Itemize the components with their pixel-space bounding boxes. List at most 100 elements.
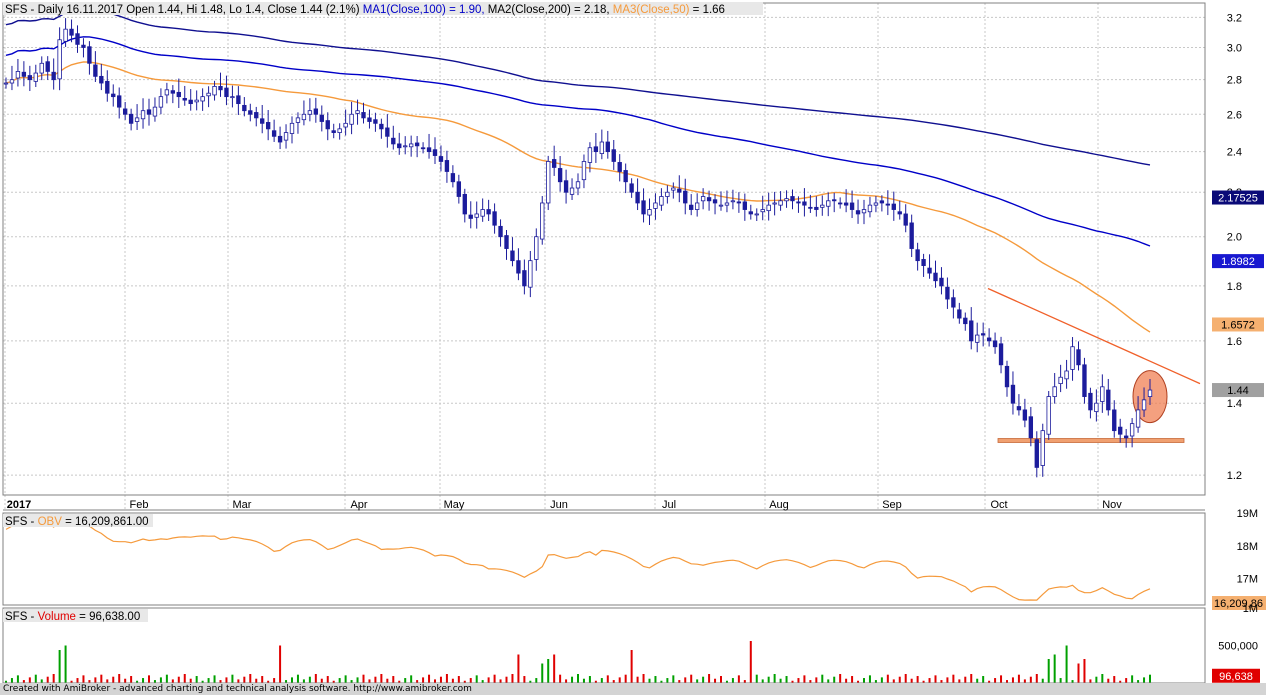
candle-body[interactable] xyxy=(647,209,652,216)
candle-body[interactable] xyxy=(534,236,539,260)
candle-body[interactable] xyxy=(33,72,38,82)
candle-body[interactable] xyxy=(164,89,170,96)
volume-bar[interactable] xyxy=(839,674,842,683)
candle-body[interactable] xyxy=(939,277,944,287)
candle-body[interactable] xyxy=(438,156,444,162)
volume-bar[interactable] xyxy=(58,650,61,683)
candle-body[interactable] xyxy=(641,200,646,215)
volume-bar[interactable] xyxy=(118,674,121,683)
candle-body[interactable] xyxy=(1052,386,1057,397)
candle-body[interactable] xyxy=(1135,409,1141,428)
candle-body[interactable] xyxy=(689,204,694,210)
volume-bar[interactable] xyxy=(624,674,627,683)
candle-body[interactable] xyxy=(522,270,527,287)
candle-body[interactable] xyxy=(516,260,521,274)
candle-body[interactable] xyxy=(1106,389,1111,411)
volume-bar[interactable] xyxy=(851,676,854,683)
candle-body[interactable] xyxy=(21,71,27,77)
candle-body[interactable] xyxy=(87,46,92,64)
volume-bar[interactable] xyxy=(559,674,562,683)
candle-body[interactable] xyxy=(301,113,307,121)
candle-body[interactable] xyxy=(313,108,319,115)
volume-bar[interactable] xyxy=(630,650,633,683)
candle-body[interactable] xyxy=(1094,402,1099,413)
candle-body[interactable] xyxy=(194,99,199,103)
candle-body[interactable] xyxy=(808,206,813,209)
candle-body[interactable] xyxy=(158,96,164,108)
candle-body[interactable] xyxy=(921,259,926,267)
candle-body[interactable] xyxy=(814,206,819,210)
volume-bar[interactable] xyxy=(904,674,907,683)
volume-bar[interactable] xyxy=(773,674,776,683)
candle-body[interactable] xyxy=(81,44,86,48)
candle-body[interactable] xyxy=(724,202,730,206)
candle-body[interactable] xyxy=(933,272,938,282)
candle-body[interactable] xyxy=(3,82,9,85)
candle-body[interactable] xyxy=(617,162,622,172)
volume-bar[interactable] xyxy=(82,675,85,683)
candle-body[interactable] xyxy=(331,130,336,133)
candle-body[interactable] xyxy=(206,92,211,97)
candle-body[interactable] xyxy=(57,39,62,80)
candle-body[interactable] xyxy=(992,340,998,348)
volume-bar[interactable] xyxy=(916,676,919,683)
candle-body[interactable] xyxy=(748,211,753,215)
candle-body[interactable] xyxy=(1016,406,1022,411)
volume-bar[interactable] xyxy=(547,659,550,683)
candle-body[interactable] xyxy=(557,168,563,183)
candle-body[interactable] xyxy=(105,80,110,94)
candle-body[interactable] xyxy=(927,267,932,274)
volume-bar[interactable] xyxy=(428,674,431,683)
candle-body[interactable] xyxy=(861,209,867,214)
volume-bar[interactable] xyxy=(445,674,448,683)
candle-body[interactable] xyxy=(1076,349,1081,366)
chart-canvas[interactable]: 3.23.02.82.62.42.22.01.81.61.41.22017Feb… xyxy=(0,0,1266,695)
candle-body[interactable] xyxy=(951,297,956,308)
candle-body[interactable] xyxy=(182,97,187,101)
candle-body[interactable] xyxy=(629,183,634,193)
candle-body[interactable] xyxy=(1088,392,1093,411)
volume-bar[interactable] xyxy=(982,676,985,683)
candle-body[interactable] xyxy=(975,334,980,343)
volume-bar[interactable] xyxy=(475,675,478,683)
candle-body[interactable] xyxy=(736,201,742,204)
candle-body[interactable] xyxy=(653,202,658,209)
candle-body[interactable] xyxy=(450,173,456,183)
volume-bar[interactable] xyxy=(886,674,889,683)
volume-bar[interactable] xyxy=(344,675,347,683)
volume-bar[interactable] xyxy=(1035,674,1038,683)
candle-body[interactable] xyxy=(998,343,1004,366)
candle-body[interactable] xyxy=(569,187,575,195)
volume-bar[interactable] xyxy=(457,676,460,683)
candle-body[interactable] xyxy=(1034,439,1039,468)
candle-body[interactable] xyxy=(593,146,599,153)
candle-body[interactable] xyxy=(265,122,271,130)
candle-body[interactable] xyxy=(1112,409,1117,432)
candle-body[interactable] xyxy=(27,75,33,81)
candle-body[interactable] xyxy=(969,320,974,342)
candle-body[interactable] xyxy=(1100,386,1105,402)
candle-body[interactable] xyxy=(99,75,104,84)
volume-bar[interactable] xyxy=(803,675,806,683)
volume-bar[interactable] xyxy=(720,676,722,683)
candle-body[interactable] xyxy=(283,132,289,141)
volume-bar[interactable] xyxy=(577,674,579,683)
candle-body[interactable] xyxy=(373,119,378,124)
volume-bar[interactable] xyxy=(195,676,198,683)
candle-body[interactable] xyxy=(468,214,473,219)
candle-body[interactable] xyxy=(849,202,855,210)
candle-body[interactable] xyxy=(480,209,485,217)
candle-body[interactable] xyxy=(420,147,426,150)
candle-body[interactable] xyxy=(730,200,736,203)
candle-body[interactable] xyxy=(391,137,396,145)
candle-body[interactable] xyxy=(325,120,330,130)
candle-body[interactable] xyxy=(15,71,21,79)
candle-body[interactable] xyxy=(1058,376,1063,385)
candle-body[interactable] xyxy=(611,149,616,162)
candle-body[interactable] xyxy=(909,222,914,249)
volume-bar[interactable] xyxy=(517,654,520,684)
candle-body[interactable] xyxy=(277,135,283,143)
volume-bar[interactable] xyxy=(130,676,133,683)
volume-bar[interactable] xyxy=(1101,674,1104,683)
candle-body[interactable] xyxy=(903,213,908,226)
